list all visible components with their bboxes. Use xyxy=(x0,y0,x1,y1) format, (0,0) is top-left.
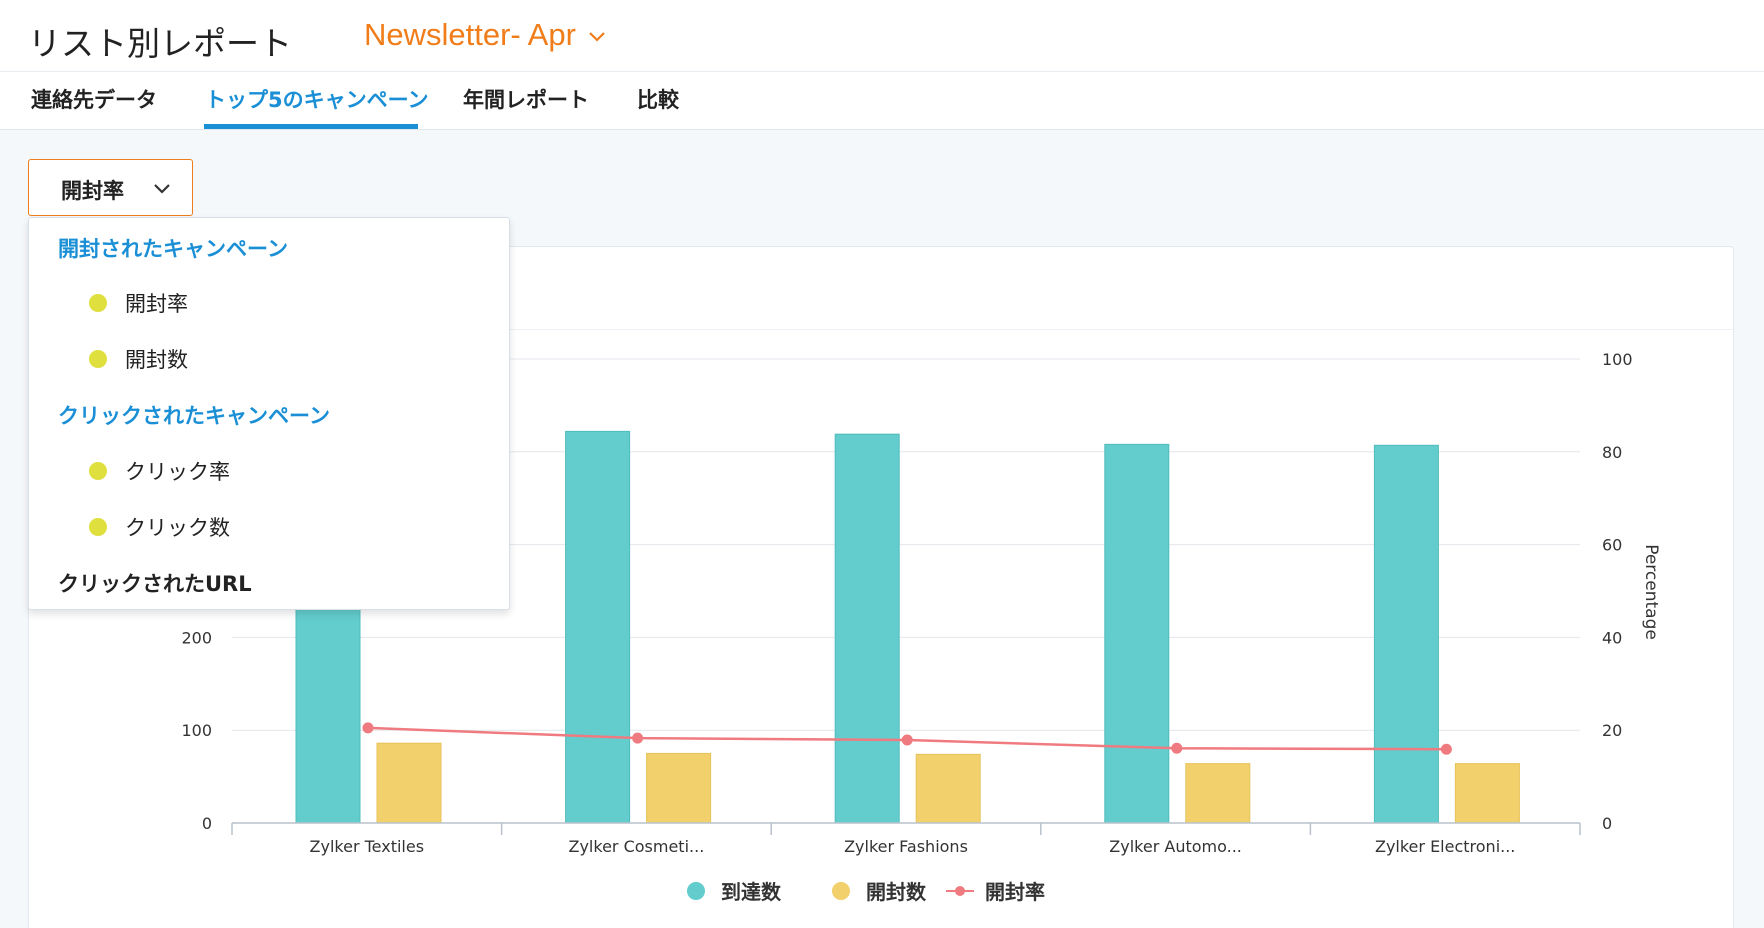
x-axis-category-label: Zylker Cosmeti... xyxy=(569,837,705,856)
x-axis-category-label: Zylker Electroni... xyxy=(1375,837,1515,856)
bar-reach xyxy=(295,599,361,824)
menu-group-clicked-campaigns: クリックされたキャンペーン xyxy=(58,404,330,428)
right-axis-tick-label: 100 xyxy=(1602,350,1633,369)
legend-item-reach[interactable]: 到達数 xyxy=(687,876,781,905)
bar-reach xyxy=(1104,443,1170,824)
menu-item-open-rate[interactable]: 開封率 xyxy=(89,288,188,318)
menu-item-open-count[interactable]: 開封数 xyxy=(89,344,188,374)
point-open-rate xyxy=(632,732,644,744)
menu-item-click-rate[interactable]: クリック率 xyxy=(89,456,230,486)
right-axis-label: Percentage xyxy=(1641,544,1661,640)
menu-item-clicked-urls[interactable]: クリックされたURL xyxy=(58,568,252,598)
bullet-icon xyxy=(89,294,107,312)
bullet-icon xyxy=(89,350,107,368)
legend-label-reach: 到達数 xyxy=(721,880,781,904)
menu-item-label: クリック数 xyxy=(125,516,230,540)
point-open-rate xyxy=(362,722,374,734)
left-axis-tick-label: 200 xyxy=(181,628,212,647)
right-axis-tick-label: 80 xyxy=(1602,443,1622,462)
x-axis-category-label: Zylker Automo... xyxy=(1109,837,1242,856)
bar-reach xyxy=(565,430,631,824)
right-axis-tick-label: 40 xyxy=(1602,628,1622,647)
menu-item-label: クリック率 xyxy=(125,460,230,484)
point-open-rate xyxy=(901,734,913,746)
legend-swatch-opens xyxy=(832,881,850,900)
bar-opens xyxy=(1454,763,1520,824)
bar-opens xyxy=(915,753,981,824)
menu-item-label: 開封率 xyxy=(125,292,188,316)
left-axis-tick-label: 0 xyxy=(202,814,212,833)
point-open-rate xyxy=(1171,742,1183,754)
right-axis-tick-label: 0 xyxy=(1602,814,1612,833)
right-axis-tick-label: 20 xyxy=(1602,721,1622,740)
left-axis-tick-label: 100 xyxy=(181,721,212,740)
bar-opens xyxy=(1185,763,1251,824)
legend-label-opens: 開封数 xyxy=(866,880,926,904)
point-open-rate xyxy=(1440,743,1452,755)
menu-group-opened-campaigns: 開封されたキャンペーン xyxy=(58,237,288,261)
legend-item-open-rate[interactable]: 開封率 xyxy=(945,876,1045,905)
metric-dropdown-menu: 開封されたキャンペーン 開封率 開封数 クリックされたキャンペーン クリック率 … xyxy=(28,217,510,610)
right-axis-tick-label: 60 xyxy=(1602,536,1622,555)
bar-reach xyxy=(834,433,900,824)
menu-item-label: 開封数 xyxy=(125,348,188,372)
legend-item-opens[interactable]: 開封数 xyxy=(832,876,926,905)
bar-opens xyxy=(376,742,442,824)
legend-label-open-rate: 開封率 xyxy=(985,880,1045,904)
bar-reach xyxy=(1373,444,1439,824)
bullet-icon xyxy=(89,518,107,536)
menu-item-click-count[interactable]: クリック数 xyxy=(89,512,230,542)
legend-swatch-open-rate xyxy=(946,885,974,896)
x-axis-category-label: Zylker Fashions xyxy=(844,837,968,856)
x-axis-category-label: Zylker Textiles xyxy=(310,837,425,856)
bar-opens xyxy=(646,752,712,824)
bullet-icon xyxy=(89,462,107,480)
legend-swatch-reach xyxy=(687,881,705,900)
